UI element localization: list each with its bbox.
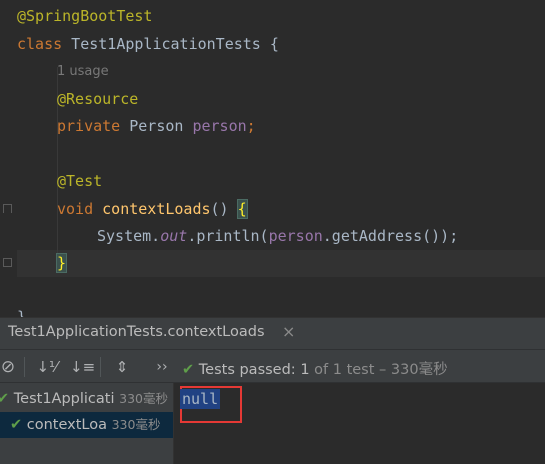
stop-icon[interactable]: ⊘	[0, 356, 19, 378]
println-call: .println(	[187, 227, 269, 245]
field-person: person	[192, 117, 247, 135]
tree-row-label: contextLoa	[26, 417, 107, 433]
usage-hint[interactable]: 1 usage	[57, 58, 109, 85]
check-icon: ✔	[0, 391, 10, 407]
test-status: ✔ Tests passed: 1 of 1 test – 330毫秒	[182, 358, 448, 379]
annotation-springboottest: @SpringBootTest	[17, 7, 153, 25]
code-line-1: @SpringBootTest	[17, 3, 152, 30]
test-runner-toolbar: ⊘ ↓⅟ ↓≡ ⇕ ›› ✔ Tests passed: 1 of 1 test…	[0, 349, 545, 383]
code-editor[interactable]: @SpringBootTest class Test1ApplicationTe…	[0, 0, 545, 317]
code-line-10: }	[55, 250, 68, 277]
annotation-test: @Test	[57, 172, 103, 190]
toolbar-divider	[24, 357, 25, 377]
console-output[interactable]: null	[174, 383, 545, 464]
toolbar-divider	[100, 357, 101, 377]
check-icon: ✔	[182, 362, 195, 378]
semicolon: ;	[246, 117, 256, 135]
tree-row-test[interactable]: ✔ contextLoa 330毫秒	[0, 412, 173, 438]
close-icon[interactable]: ×	[282, 322, 295, 341]
keyword-private: private	[57, 117, 121, 135]
code-line-5: private Person person;	[57, 113, 256, 140]
code-line-2: class Test1ApplicationTests {	[17, 31, 279, 58]
parens: ()	[210, 200, 238, 218]
run-tool-window-header: Test1ApplicationTests.contextLoads ×	[0, 317, 545, 349]
matched-open-brace: {	[236, 199, 248, 219]
keyword-void: void	[57, 200, 94, 218]
more-actions-icon[interactable]: ››	[151, 356, 173, 378]
field-person-ref: person	[268, 227, 323, 245]
sort-alphabetically-icon[interactable]: ↓⅟	[36, 356, 58, 378]
type-person: Person	[120, 117, 193, 135]
fold-marker-icon[interactable]	[3, 204, 12, 213]
code-line-7: @Test	[57, 168, 102, 195]
keyword-class: class	[17, 35, 63, 53]
matched-close-brace: }	[55, 253, 68, 273]
tree-row-time: 330毫秒	[119, 391, 168, 406]
class-close-brace: }	[17, 308, 27, 317]
status-detail: of 1 test – 330毫秒	[309, 362, 448, 378]
code-line-4: @Resource	[57, 86, 138, 113]
fold-marker-icon[interactable]	[3, 258, 12, 267]
sort-by-duration-icon[interactable]: ↓≡	[70, 356, 95, 378]
run-tab-title[interactable]: Test1ApplicationTests.contextLoads	[8, 324, 265, 340]
code-line-9: System.out.println(person.getAddress());	[97, 223, 458, 250]
console-output-line[interactable]: null	[180, 389, 221, 409]
tree-row-time: 330毫秒	[111, 417, 161, 432]
current-line-highlight	[17, 250, 545, 277]
status-label: Tests passed:	[198, 362, 301, 378]
test-tree: ✔ Test1Applicati 330毫秒 ✔ contextLoa 330毫…	[0, 383, 174, 464]
system-class: System.	[97, 227, 161, 245]
class-declaration: Test1ApplicationTests {	[62, 35, 279, 53]
static-field-out: out	[160, 227, 188, 245]
method-contextloads: contextLoads	[102, 200, 211, 218]
tree-row-label: Test1Applicati	[13, 391, 115, 407]
annotation-resource: @Resource	[57, 90, 139, 108]
collapse-all-icon[interactable]: ⇕	[111, 356, 133, 378]
check-icon: ✔	[10, 417, 23, 433]
code-line-11: }	[17, 304, 26, 317]
tree-row-suite[interactable]: ✔ Test1Applicati 330毫秒	[0, 386, 173, 412]
status-count: 1	[300, 362, 310, 378]
code-line-8: void contextLoads() {	[57, 196, 248, 223]
getaddress-call: .getAddress());	[322, 227, 459, 245]
